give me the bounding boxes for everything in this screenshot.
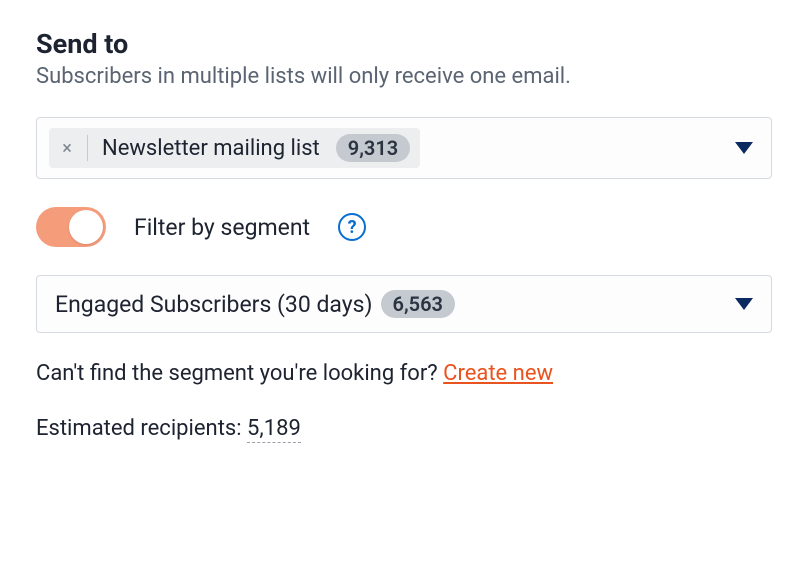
caret-down-icon <box>735 298 753 310</box>
list-chip-label: Newsletter mailing list <box>102 136 320 161</box>
filter-by-segment-row: Filter by segment ? <box>36 207 772 247</box>
send-to-heading: Send to <box>36 28 772 60</box>
list-chip: × Newsletter mailing list 9,313 <box>49 128 420 168</box>
segment-select-count: 6,563 <box>381 290 455 318</box>
filter-toggle[interactable] <box>36 207 106 247</box>
segment-select-label: Engaged Subscribers (30 days) <box>55 291 373 318</box>
list-select[interactable]: × Newsletter mailing list 9,313 <box>36 117 772 179</box>
list-chip-count: 9,313 <box>336 134 410 162</box>
toggle-knob <box>69 210 103 244</box>
estimated-recipients: Estimated recipients: 5,189 <box>36 416 772 441</box>
remove-chip-icon[interactable]: × <box>55 138 79 159</box>
segment-hint: Can't find the segment you're looking fo… <box>36 361 772 386</box>
chip-divider <box>87 135 88 161</box>
filter-toggle-label: Filter by segment <box>134 214 310 241</box>
estimate-label: Estimated recipients: <box>36 416 247 441</box>
send-to-subheading: Subscribers in multiple lists will only … <box>36 64 772 89</box>
estimate-count: 5,189 <box>247 416 301 443</box>
segment-select[interactable]: Engaged Subscribers (30 days) 6,563 <box>36 275 772 333</box>
caret-down-icon <box>735 142 753 154</box>
segment-hint-text: Can't find the segment you're looking fo… <box>36 361 443 386</box>
help-icon[interactable]: ? <box>338 213 366 241</box>
create-segment-link[interactable]: Create new <box>443 361 553 386</box>
